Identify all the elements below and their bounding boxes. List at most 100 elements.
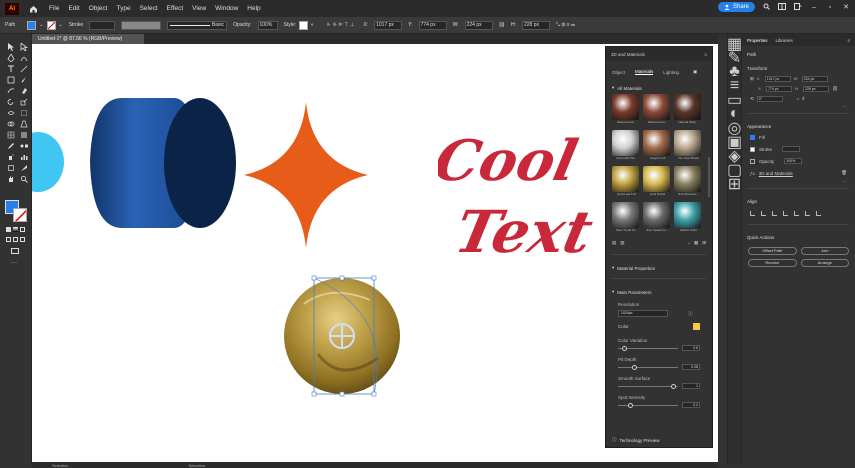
draw-inside-icon[interactable]	[20, 237, 25, 242]
material-thumbnail[interactable]: Copper Foil	[643, 130, 672, 160]
stroke-weight-field[interactable]	[89, 20, 116, 30]
align-middle-icon[interactable]	[794, 211, 799, 216]
graphic-styles-icon[interactable]: ▣	[727, 134, 742, 151]
artboards-icon[interactable]: ▢	[727, 162, 742, 179]
more-options-icon[interactable]: ···	[742, 179, 855, 184]
material-thumbnail[interactable]: Coloredfo Pla...	[612, 130, 641, 160]
slider-knob[interactable]	[627, 402, 633, 408]
distribute-icon[interactable]	[816, 211, 821, 216]
new-icon[interactable]: ⊞	[702, 240, 706, 246]
material-thumbnail[interactable]: Natural Shap...	[674, 94, 703, 124]
fill-stroke-indicator[interactable]	[5, 200, 27, 222]
align-panel-icon[interactable]: ⊞	[728, 176, 741, 193]
blend-tool-icon[interactable]	[19, 141, 28, 150]
minimize-icon[interactable]: –	[809, 4, 819, 11]
material-properties-header[interactable]: ▾ Material Properties	[606, 259, 712, 274]
material-thumbnail[interactable]: Gold Nickel	[643, 166, 672, 196]
arrange-button[interactable]: Arrange	[800, 259, 849, 267]
align-top-icon[interactable]	[783, 211, 788, 216]
arrange-documents-icon[interactable]	[777, 2, 787, 12]
slider-value-field[interactable]: 0.28	[682, 364, 700, 370]
shaper-tool-icon[interactable]	[6, 86, 15, 95]
material-thumbnail[interactable]: Zinc Spade Fo...	[643, 202, 672, 232]
selection-tool-icon[interactable]	[6, 42, 15, 51]
link-icon[interactable]: ⛓	[499, 22, 505, 28]
slider-track[interactable]	[618, 345, 678, 351]
material-thumbnail[interactable]: Steel Tread Pl...	[612, 202, 641, 232]
angle-field[interactable]: 0°	[756, 96, 783, 102]
align-left-icon[interactable]	[750, 211, 755, 216]
material-thumbnail[interactable]: Natural Cork...	[612, 94, 641, 124]
slider-track[interactable]	[618, 364, 678, 370]
scale-tool-icon[interactable]	[19, 97, 28, 106]
stroke-dropdown-icon[interactable]: ⌄	[59, 22, 63, 28]
draw-behind-icon[interactable]	[13, 237, 18, 242]
share-button[interactable]: Share	[717, 2, 755, 12]
rectangle-tool-icon[interactable]	[6, 75, 15, 84]
menu-effect[interactable]: Effect	[167, 5, 184, 12]
slider-value-field[interactable]: 1	[682, 383, 700, 389]
screen-mode-icon[interactable]	[11, 248, 19, 254]
curvature-tool-icon[interactable]	[19, 53, 28, 62]
line-tool-icon[interactable]	[19, 64, 28, 73]
home-icon[interactable]	[27, 3, 39, 15]
swatches-icon[interactable]: ▦	[727, 36, 742, 53]
panel-menu-icon[interactable]: ≡	[847, 38, 850, 43]
offset-path-button[interactable]: Offset Path	[748, 247, 797, 255]
render-icon[interactable]: ▣	[693, 69, 697, 75]
tab-object[interactable]: Object	[612, 70, 625, 75]
pen-tool-icon[interactable]	[6, 53, 15, 62]
align-right-icon[interactable]	[772, 211, 777, 216]
menu-edit[interactable]: Edit	[68, 5, 79, 12]
fill-swatch[interactable]	[27, 20, 37, 30]
slice-tool-icon[interactable]	[19, 163, 28, 172]
x-field[interactable]: 1017 px	[764, 76, 791, 82]
material-thumbnail[interactable]: Ore Cast Brush	[674, 130, 703, 160]
color-mode-icon[interactable]	[6, 227, 11, 232]
paintbrush-tool-icon[interactable]	[19, 75, 28, 84]
draw-mode-buttons[interactable]	[6, 237, 25, 242]
none-mode-icon[interactable]	[20, 227, 25, 232]
cool-text-art[interactable]: Cool Text	[438, 112, 608, 262]
delete-icon[interactable]: ▦	[694, 240, 698, 246]
reference-point-icon[interactable]: ⊞	[750, 76, 754, 82]
menu-window[interactable]: Window	[215, 5, 238, 12]
h-field[interactable]: 228 px	[521, 20, 550, 30]
opacity-field[interactable]: 100%	[257, 20, 278, 30]
color-mode-buttons[interactable]	[6, 227, 25, 232]
stroke-color-swatch[interactable]	[13, 208, 27, 222]
material-thumbnail[interactable]: Gold Leaf Foil	[612, 166, 641, 196]
blue-cylinder[interactable]	[82, 92, 242, 252]
menu-file[interactable]: File	[49, 5, 59, 12]
graphic-style-swatch[interactable]	[299, 20, 309, 30]
all-materials-header[interactable]: ▾ All Materials	[606, 79, 712, 94]
h-field[interactable]: 228 px	[803, 86, 829, 92]
layers-icon[interactable]: ◈	[728, 148, 740, 165]
draw-normal-icon[interactable]	[6, 237, 11, 242]
w-field[interactable]: 224 px	[801, 76, 828, 82]
recolor-icon[interactable]: ◐	[311, 22, 314, 28]
slider-value-field[interactable]: 0.2	[682, 402, 700, 408]
search-icon[interactable]	[761, 3, 771, 12]
eraser-tool-icon[interactable]	[19, 86, 28, 95]
width-tool-icon[interactable]	[6, 108, 15, 117]
panel-menu-icon[interactable]: ≡	[704, 52, 707, 57]
shape-builder-tool-icon[interactable]	[6, 119, 15, 128]
trash-icon[interactable]: 🗑	[841, 170, 847, 176]
symbol-sprayer-tool-icon[interactable]	[6, 152, 15, 161]
slider-track[interactable]	[618, 402, 678, 408]
menu-view[interactable]: View	[192, 5, 206, 12]
artboard-tool-icon[interactable]	[6, 163, 15, 172]
slider-knob[interactable]	[632, 364, 638, 370]
recolor-button[interactable]: Recolor	[748, 259, 797, 267]
gold-sphere-selected[interactable]	[280, 274, 406, 398]
direct-selection-tool-icon[interactable]	[19, 42, 28, 51]
slider-value-field[interactable]: 0.6	[682, 345, 700, 351]
hand-tool-icon[interactable]	[6, 174, 15, 183]
tab-materials[interactable]: Materials	[635, 69, 654, 75]
info-icon[interactable]: ⓘ	[688, 311, 693, 317]
gradient-mode-icon[interactable]	[13, 227, 18, 232]
edit-toolbar-icon[interactable]: ···	[11, 260, 17, 266]
orange-star[interactable]	[244, 102, 368, 248]
menu-help[interactable]: Help	[247, 5, 260, 12]
